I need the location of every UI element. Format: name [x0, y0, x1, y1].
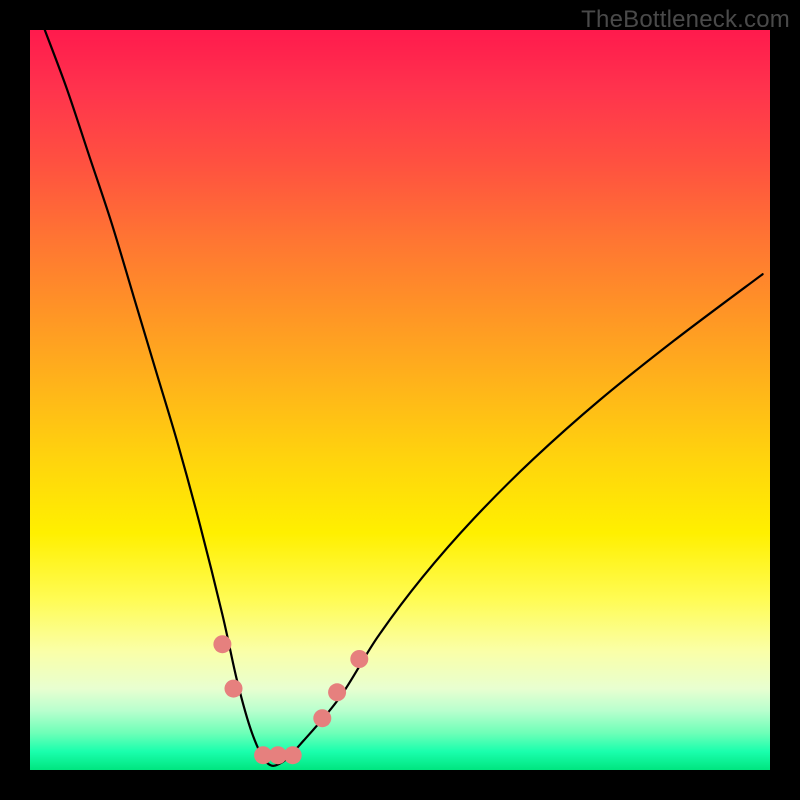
curve-marker	[213, 635, 231, 653]
curve-marker	[313, 709, 331, 727]
curve-marker	[284, 746, 302, 764]
bottleneck-curve	[45, 30, 763, 766]
watermark-text: TheBottleneck.com	[581, 6, 790, 34]
curve-marker	[350, 650, 368, 668]
plot-area	[30, 30, 770, 770]
curve-layer	[30, 30, 770, 770]
curve-marker	[328, 683, 346, 701]
chart-frame: TheBottleneck.com	[0, 0, 800, 800]
curve-marker	[225, 680, 243, 698]
